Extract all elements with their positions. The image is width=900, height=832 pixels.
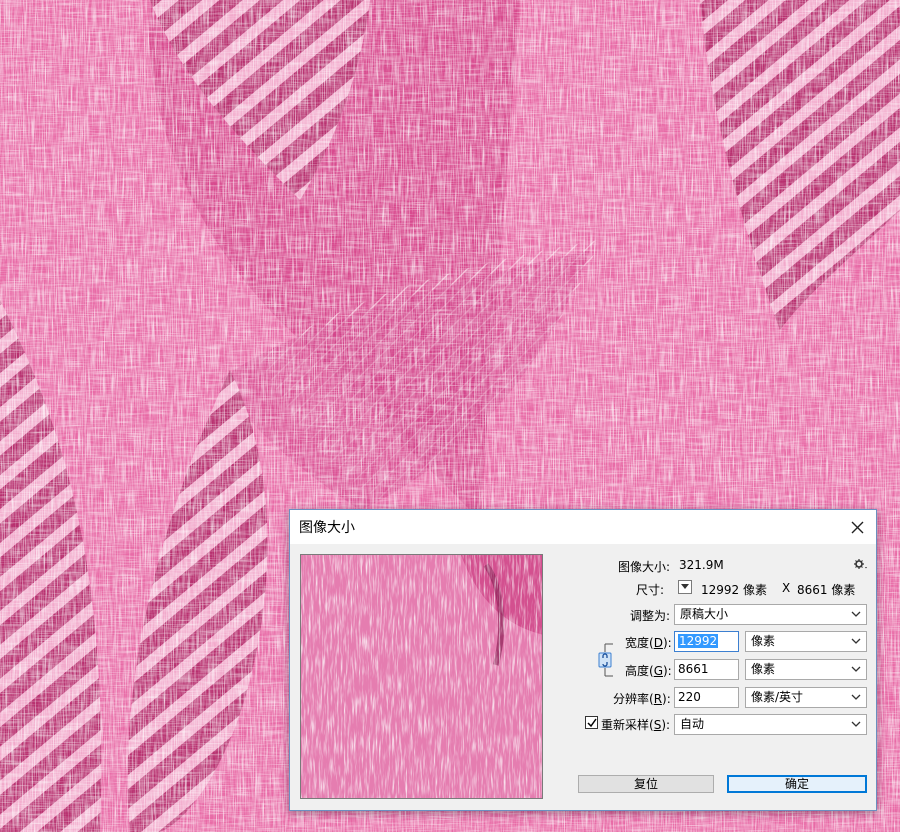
dimensions-unit-dropdown[interactable]: [678, 580, 692, 594]
chevron-down-icon: [851, 638, 861, 644]
resolution-value: 220: [678, 690, 701, 704]
height-unit-value: 像素: [751, 662, 776, 676]
settings-button[interactable]: [854, 558, 868, 573]
dimensions-label: 尺寸:: [636, 583, 665, 597]
width-input[interactable]: 12992: [674, 631, 739, 652]
fit-to-select[interactable]: 原稿大小: [674, 604, 867, 625]
height-label: 高度(G):: [625, 664, 672, 678]
fit-to-label: 调整为:: [630, 609, 671, 623]
image-size-value: 321.9M: [679, 558, 724, 572]
chevron-down-icon: [851, 694, 861, 700]
dialog-titlebar: 图像大小: [290, 510, 876, 544]
preview-image: [301, 555, 542, 798]
link-icon[interactable]: [593, 642, 615, 678]
width-value: 12992: [678, 634, 719, 648]
dimensions-width: 12992 像素: [701, 583, 767, 597]
resample-label: 重新采样(S):: [601, 718, 671, 732]
resolution-input[interactable]: 220: [674, 687, 739, 708]
dimensions-height: 8661 像素: [797, 583, 856, 597]
resample-method-select[interactable]: 自动: [674, 714, 867, 735]
width-label: 宽度(D):: [625, 636, 672, 650]
resample-method-value: 自动: [680, 717, 705, 731]
height-value: 8661: [678, 662, 709, 676]
close-button[interactable]: [844, 514, 870, 540]
image-preview[interactable]: [300, 554, 543, 799]
reset-button[interactable]: 复位: [578, 775, 714, 793]
dimensions-separator: X: [782, 581, 791, 595]
chevron-down-icon: [851, 721, 861, 727]
image-size-label: 图像大小:: [618, 560, 671, 574]
ok-button[interactable]: 确定: [727, 775, 867, 793]
width-unit-value: 像素: [751, 634, 776, 648]
checkmark-icon: [586, 718, 597, 727]
resolution-label: 分辨率(R):: [613, 692, 671, 706]
resolution-unit-value: 像素/英寸: [751, 690, 804, 704]
chevron-down-icon: [681, 584, 689, 589]
fit-to-value: 原稿大小: [680, 607, 729, 621]
width-unit-select[interactable]: 像素: [745, 631, 867, 652]
height-unit-select[interactable]: 像素: [745, 659, 867, 680]
resample-checkbox[interactable]: [585, 716, 598, 729]
close-icon: [851, 521, 863, 533]
chevron-down-icon: [851, 611, 861, 617]
height-input[interactable]: 8661: [674, 659, 739, 680]
image-size-dialog: 图像大小 图像大小: 321.9M 尺寸: 12992 像素 X 8661 像素…: [289, 509, 877, 811]
gear-icon: [854, 559, 867, 569]
dialog-title: 图像大小: [299, 520, 355, 536]
chevron-down-icon: [851, 666, 861, 672]
resolution-unit-select[interactable]: 像素/英寸: [745, 687, 867, 708]
